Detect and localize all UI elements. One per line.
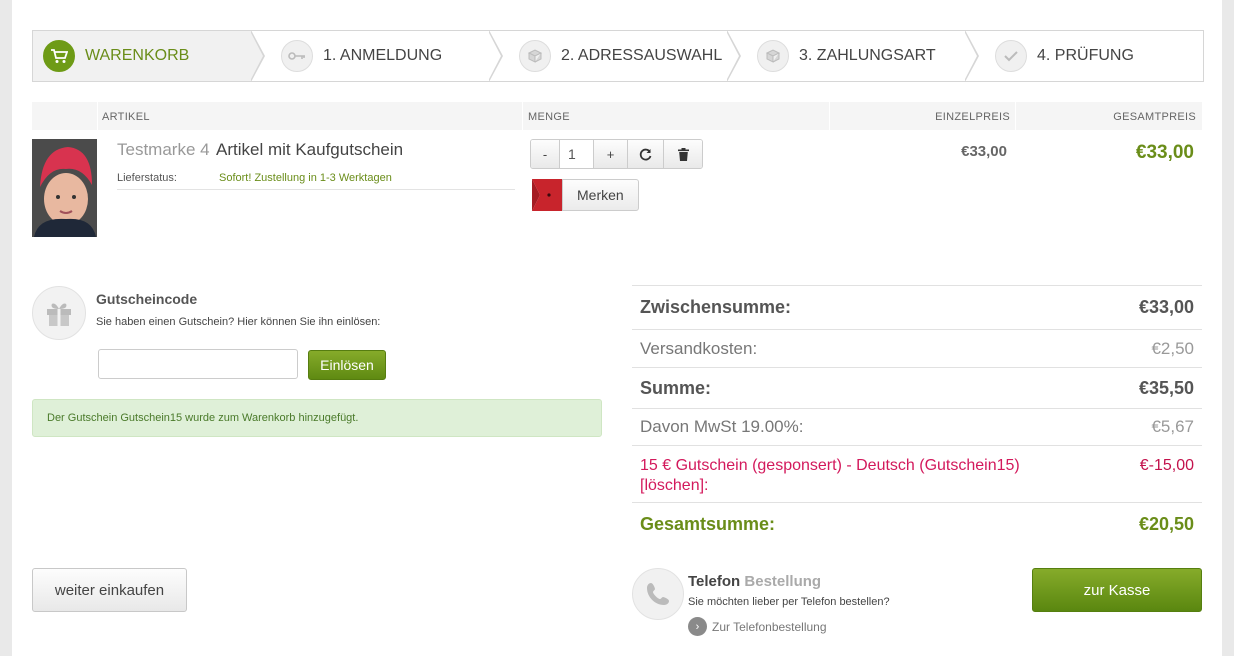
refresh-icon — [639, 148, 652, 160]
unit-price: €33,00 — [961, 143, 1007, 160]
step-label: 1. ANMELDUNG — [323, 47, 443, 64]
col-unit-price: EINZELPREIS — [935, 111, 1010, 123]
shipping-value: €2,50 — [1151, 338, 1194, 358]
step-payment[interactable]: 3. ZAHLUNGSART — [727, 30, 979, 82]
checkout-steps: WARENKORB 1. ANMELDUNG 2. ADRESSAUSWAHL … — [32, 30, 1204, 82]
subtotal-row: Zwischensumme: €33,00 — [632, 285, 1202, 329]
cart-page: WARENKORB 1. ANMELDUNG 2. ADRESSAUSWAHL … — [12, 0, 1222, 656]
grand-total-value: €20,50 — [1138, 514, 1194, 534]
tax-row: Davon MwSt 19.00%: €5,67 — [632, 408, 1202, 445]
refresh-button[interactable] — [628, 140, 664, 168]
wishlist-label: Merken — [562, 179, 639, 211]
increment-button[interactable]: + — [594, 140, 628, 168]
chevron-right-icon: › — [688, 617, 707, 636]
step-label: 3. ZAHLUNGSART — [799, 47, 936, 64]
continue-shopping-button[interactable]: weiter einkaufen — [32, 568, 187, 612]
checkout-button[interactable]: zur Kasse — [1032, 568, 1202, 612]
quantity-field[interactable]: 1 — [560, 140, 594, 168]
product-thumbnail[interactable] — [32, 139, 97, 237]
phone-order-link-label: Zur Telefonbestellung — [712, 619, 827, 634]
bookmark-flag-icon — [532, 179, 562, 211]
step-login[interactable]: 1. ANMELDUNG — [251, 30, 503, 82]
order-summary: Zwischensumme: €33,00 Versandkosten: €2,… — [632, 285, 1202, 546]
subtotal-label: Zwischensumme: — [640, 297, 792, 317]
box-icon — [757, 40, 789, 72]
grand-total-row: Gesamtsumme: €20,50 — [632, 502, 1202, 546]
wishlist-button[interactable]: Merken — [532, 179, 639, 211]
shipping-row: Versandkosten: €2,50 — [632, 329, 1202, 367]
step-cart[interactable]: WARENKORB — [33, 30, 265, 82]
step-address[interactable]: 2. ADRESSAUSWAHL — [489, 30, 741, 82]
product-brand[interactable]: Testmarke 4 — [117, 140, 210, 160]
trash-icon — [677, 147, 689, 161]
coupon-code-input[interactable] — [98, 349, 298, 379]
check-icon — [995, 40, 1027, 72]
coupon-discount-row: 15 € Gutschein (gesponsert) - Deutsch (G… — [632, 445, 1202, 502]
product-name[interactable]: Artikel mit Kaufgutschein — [216, 140, 403, 160]
tax-label: Davon MwSt 19.00%: — [640, 417, 804, 436]
key-icon — [281, 40, 313, 72]
redeem-button[interactable]: Einlösen — [308, 350, 386, 380]
coupon-title: Gutscheincode — [96, 291, 198, 307]
col-total-price: GESAMTPREIS — [1113, 111, 1196, 123]
grand-total-label: Gesamtsumme: — [640, 514, 776, 534]
coupon-subtitle: Sie haben einen Gutschein? Hier können S… — [96, 316, 381, 328]
gift-icon — [32, 286, 86, 340]
sum-value: €35,50 — [1138, 377, 1194, 398]
delivery-status-label: Lieferstatus: — [117, 172, 177, 184]
coupon-success-notice: Der Gutschein Gutschein15 wurde zum Ware… — [32, 399, 602, 437]
phone-title-suffix: Bestellung — [744, 573, 822, 590]
sum-row: Summe: €35,50 — [632, 367, 1202, 408]
coupon-discount-value: €-15,00 — [1139, 457, 1194, 474]
line-total-price: €33,00 — [1135, 142, 1194, 163]
quantity-stepper: - 1 + — [530, 139, 703, 169]
phone-order-subtitle: Sie möchten lieber per Telefon bestellen… — [688, 596, 890, 608]
phone-order-link[interactable]: › Zur Telefonbestellung — [688, 617, 827, 636]
phone-title-main: Telefon — [688, 573, 741, 590]
step-label: 2. ADRESSAUSWAHL — [561, 47, 723, 64]
shipping-label: Versandkosten: — [640, 338, 758, 358]
col-article: ARTIKEL — [102, 111, 150, 123]
decrement-button[interactable]: - — [531, 140, 560, 168]
step-label: WARENKORB — [85, 47, 190, 64]
phone-order-title: Telefon Bestellung — [688, 573, 821, 590]
step-label: 4. PRÜFUNG — [1037, 47, 1134, 64]
delete-button[interactable] — [664, 140, 702, 168]
col-quantity: MENGE — [528, 111, 570, 123]
step-review[interactable]: 4. PRÜFUNG — [965, 31, 1203, 81]
tax-value: €5,67 — [1151, 417, 1194, 436]
divider — [117, 189, 515, 190]
coupon-discount-label[interactable]: 15 € Gutschein (gesponsert) - Deutsch (G… — [640, 456, 1060, 496]
phone-icon — [632, 568, 684, 620]
delivery-status-value: Sofort! Zustellung in 1-3 Werktagen — [219, 172, 392, 184]
cart-table-header: ARTIKEL MENGE EINZELPREIS GESAMTPREIS — [32, 102, 1202, 130]
sum-label: Summe: — [640, 377, 712, 398]
cart-icon — [43, 40, 75, 72]
subtotal-value: €33,00 — [1138, 297, 1194, 317]
box-icon — [519, 40, 551, 72]
